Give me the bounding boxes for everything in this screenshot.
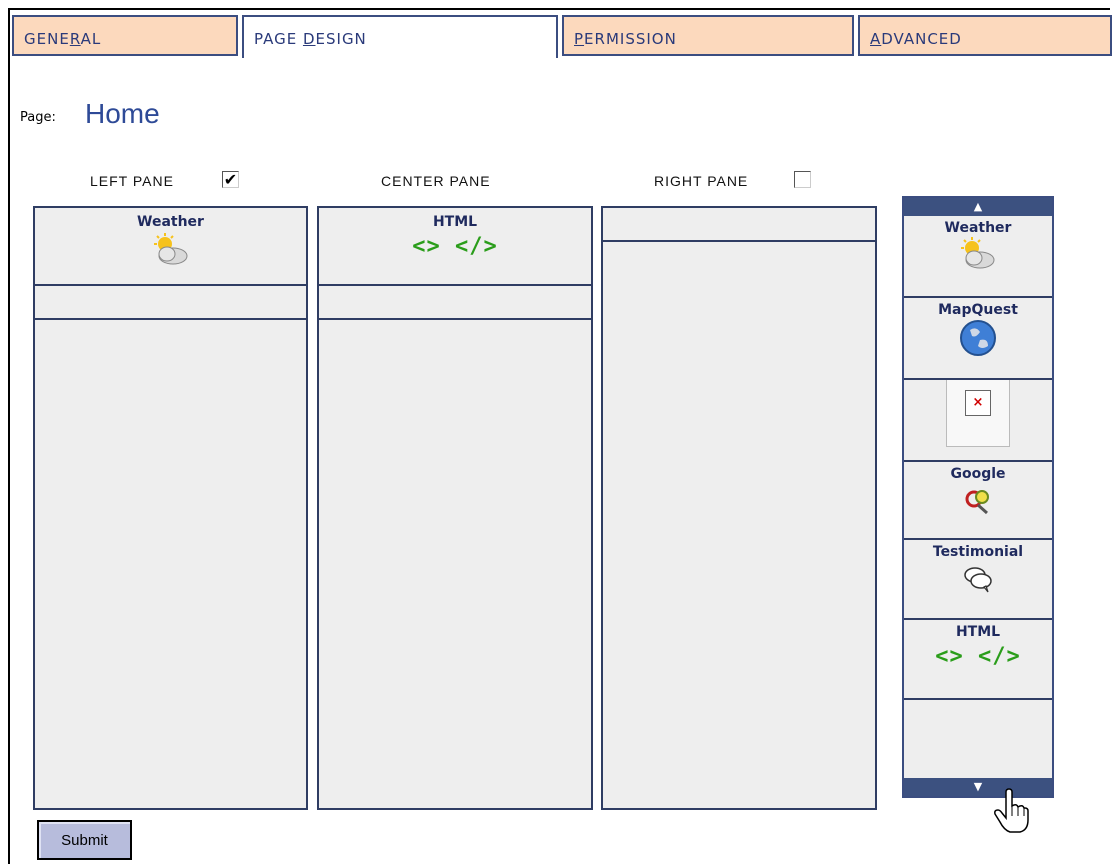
palette-item-label: Google: [950, 466, 1006, 482]
tab-permission[interactable]: PERMISSION: [562, 15, 854, 56]
tab-accesskey: D: [302, 30, 316, 48]
palette-item-google[interactable]: Google: [904, 462, 1052, 540]
palette-item-weather[interactable]: Weather: [904, 216, 1052, 298]
palette-item-label: HTML: [955, 624, 1001, 640]
palette-item-mapquest[interactable]: MapQuest: [904, 298, 1052, 380]
widget-title: HTML: [432, 214, 478, 230]
palette-item-html[interactable]: HTML <> </>: [904, 620, 1052, 700]
empty-slot[interactable]: [319, 286, 591, 320]
magnifier-icon: [965, 490, 989, 515]
arrow-up-icon: ▲: [973, 200, 983, 213]
empty-slot[interactable]: [35, 286, 306, 320]
page-title: Home: [85, 98, 160, 129]
widget-title: Weather: [137, 214, 204, 230]
html-code-icon: <> </>: [935, 644, 1021, 669]
html-widget[interactable]: HTML <> </>: [319, 208, 591, 286]
globe-icon: [960, 320, 996, 356]
right-pane-label: RIGHT PANE: [654, 173, 749, 189]
tab-accesskey: A: [870, 30, 882, 48]
right-pane[interactable]: [601, 206, 877, 810]
center-pane[interactable]: HTML <> </>: [317, 206, 593, 810]
right-pane-checkbox[interactable]: [794, 171, 811, 188]
palette-item-testimonial[interactable]: Testimonial: [904, 540, 1052, 620]
left-pane[interactable]: Weather: [33, 206, 308, 810]
tab-label: GENE: [24, 30, 70, 48]
submit-button[interactable]: Submit: [37, 820, 132, 860]
weather-icon: [961, 237, 995, 269]
empty-slot[interactable]: [603, 208, 875, 242]
weather-icon: [153, 233, 187, 265]
palette-item-label: Weather: [944, 220, 1012, 236]
tab-label: ERMISSION: [584, 30, 677, 48]
tab-label: AL: [80, 30, 102, 48]
page-label: Page:: [20, 110, 56, 125]
tab-page-design[interactable]: PAGE DESIGN: [242, 15, 558, 58]
palette-item-broken[interactable]: ×: [904, 380, 1052, 462]
palette-item-label: MapQuest: [938, 302, 1018, 318]
tab-label: DVANCED: [881, 30, 962, 48]
tab-advanced[interactable]: ADVANCED: [858, 15, 1112, 56]
left-pane-checkbox[interactable]: ✔: [222, 171, 239, 188]
checkmark-icon: ✔: [223, 170, 238, 189]
tab-general[interactable]: GENERAL: [12, 15, 238, 56]
tab-accesskey: P: [574, 30, 585, 48]
arrow-down-icon: ▼: [973, 780, 983, 793]
tab-accesskey: R: [69, 30, 81, 48]
weather-widget[interactable]: Weather: [35, 208, 306, 286]
palette-item-label: Testimonial: [932, 544, 1024, 560]
left-pane-label: LEFT PANE: [90, 173, 174, 189]
speech-bubbles-icon: [964, 567, 992, 593]
center-pane-label: CENTER PANE: [381, 173, 491, 189]
broken-image-icon: ×: [965, 390, 991, 416]
widget-palette[interactable]: ▲ Weather MapQuest × Google Testimonial: [902, 196, 1054, 798]
scroll-up-button[interactable]: ▲: [904, 198, 1052, 216]
tab-label: ESIGN: [315, 30, 367, 48]
hand-cursor-icon: [994, 788, 1029, 833]
tab-label: PAGE: [254, 30, 303, 48]
broken-image-frame: ×: [946, 380, 1010, 447]
html-code-icon: <> </>: [412, 234, 498, 259]
